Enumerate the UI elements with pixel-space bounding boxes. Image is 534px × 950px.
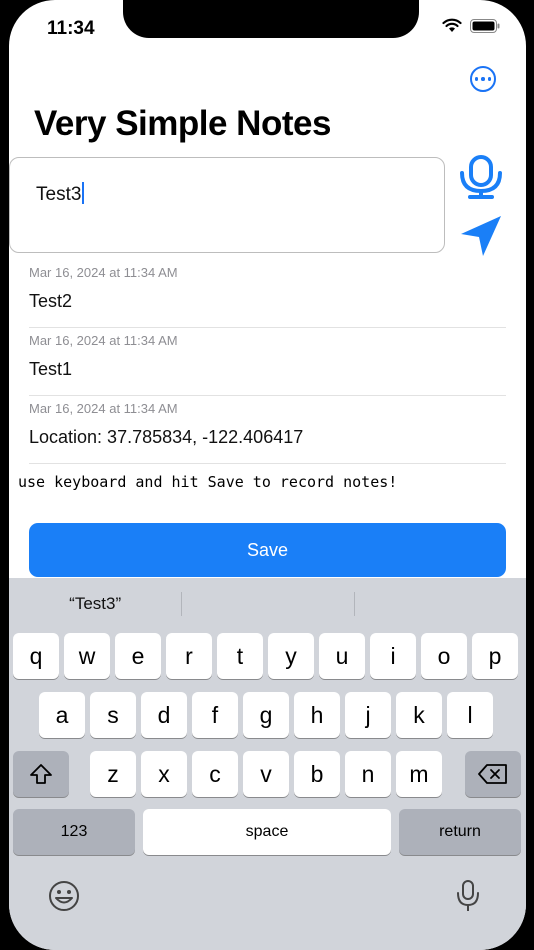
key-d[interactable]: d xyxy=(141,692,187,738)
save-button[interactable]: Save xyxy=(29,523,506,577)
key-k[interactable]: k xyxy=(396,692,442,738)
battery-icon xyxy=(470,18,500,33)
return-key[interactable]: return xyxy=(399,809,521,855)
shift-key[interactable] xyxy=(13,751,69,797)
key-m[interactable]: m xyxy=(396,751,442,797)
note-date: Mar 16, 2024 at 11:34 AM xyxy=(29,265,178,280)
key-s[interactable]: s xyxy=(90,692,136,738)
list-item[interactable]: Mar 16, 2024 at 11:34 AM Location: 37.78… xyxy=(29,396,506,464)
key-b[interactable]: b xyxy=(294,751,340,797)
phone-screen: 11:34 Very Simple Notes Test3 Mar 16, 20… xyxy=(9,0,526,950)
key-h[interactable]: h xyxy=(294,692,340,738)
suggestion-3[interactable] xyxy=(353,578,526,630)
key-e[interactable]: e xyxy=(115,633,161,679)
key-v[interactable]: v xyxy=(243,751,289,797)
key-g[interactable]: g xyxy=(243,692,289,738)
key-n[interactable]: n xyxy=(345,751,391,797)
key-w[interactable]: w xyxy=(64,633,110,679)
wifi-icon xyxy=(442,18,462,32)
page-title: Very Simple Notes xyxy=(34,104,331,143)
key-j[interactable]: j xyxy=(345,692,391,738)
list-item[interactable]: Mar 16, 2024 at 11:34 AM Test2 xyxy=(29,260,506,328)
key-q[interactable]: q xyxy=(13,633,59,679)
hint-text: use keyboard and hit Save to record note… xyxy=(18,473,398,491)
key-r[interactable]: r xyxy=(166,633,212,679)
text-caret xyxy=(82,182,85,204)
more-options-button[interactable] xyxy=(470,66,496,92)
suggestion-bar: “Test3” xyxy=(9,578,526,630)
note-text: Location: 37.785834, -122.406417 xyxy=(29,427,304,447)
key-c[interactable]: c xyxy=(192,751,238,797)
notes-list: Mar 16, 2024 at 11:34 AM Test2 Mar 16, 2… xyxy=(29,260,506,464)
notch xyxy=(123,0,419,38)
key-t[interactable]: t xyxy=(217,633,263,679)
microphone-icon[interactable] xyxy=(455,155,507,199)
location-arrow-icon[interactable] xyxy=(457,214,505,258)
emoji-icon[interactable] xyxy=(47,879,81,913)
note-text: Test1 xyxy=(29,359,73,379)
ellipsis-circle-icon xyxy=(474,77,479,81)
note-date: Mar 16, 2024 at 11:34 AM xyxy=(29,401,178,416)
dictation-mic-icon[interactable] xyxy=(455,879,481,913)
suggestion-2[interactable] xyxy=(181,578,353,630)
space-key[interactable]: space xyxy=(143,809,391,855)
key-l[interactable]: l xyxy=(447,692,493,738)
key-f[interactable]: f xyxy=(192,692,238,738)
keyboard: “Test3” q w e r t y u i o p a s d f g h … xyxy=(9,578,526,950)
note-input[interactable]: Test3 xyxy=(9,157,445,253)
note-input-value: Test3 xyxy=(36,184,82,205)
key-u[interactable]: u xyxy=(319,633,365,679)
key-i[interactable]: i xyxy=(370,633,416,679)
key-p[interactable]: p xyxy=(472,633,518,679)
key-x[interactable]: x xyxy=(141,751,187,797)
delete-key[interactable] xyxy=(465,751,521,797)
note-text: Test2 xyxy=(29,291,73,311)
key-o[interactable]: o xyxy=(421,633,467,679)
status-time: 11:34 xyxy=(47,18,95,39)
suggestion-1[interactable]: “Test3” xyxy=(9,578,181,630)
key-z[interactable]: z xyxy=(90,751,136,797)
list-item[interactable]: Mar 16, 2024 at 11:34 AM Test1 xyxy=(29,328,506,396)
note-date: Mar 16, 2024 at 11:34 AM xyxy=(29,333,178,348)
status-icons xyxy=(442,18,500,33)
backspace-icon xyxy=(478,764,507,784)
shift-icon xyxy=(30,764,52,784)
key-y[interactable]: y xyxy=(268,633,314,679)
key-a[interactable]: a xyxy=(39,692,85,738)
numbers-key[interactable]: 123 xyxy=(13,809,135,855)
